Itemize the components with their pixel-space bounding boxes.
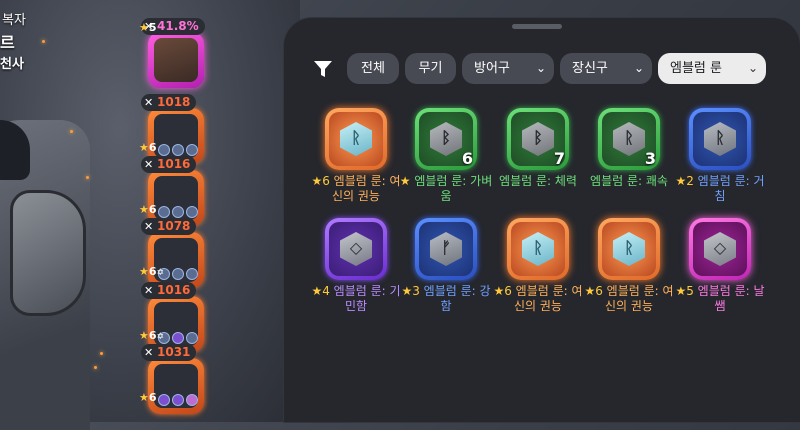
- chip-label: 무기: [418, 61, 443, 76]
- bolt-icon: ✕: [144, 346, 154, 359]
- badge-value: 1016: [157, 157, 191, 171]
- rune-label: ★ 엠블럼 룬: 가벼움: [399, 174, 493, 203]
- chip-all[interactable]: 전체: [347, 53, 399, 84]
- rune-glyph-icon: ◇: [349, 238, 363, 257]
- chip-label: 엠블럼 룬: [670, 61, 722, 76]
- rune-count: 7: [553, 149, 565, 168]
- chevron-down-icon: ⌄: [633, 61, 644, 75]
- badge-value: 1018: [157, 95, 191, 109]
- rune-glyph-icon: ᛒ: [533, 128, 543, 147]
- equipment-frame: [148, 358, 204, 414]
- rune-tile: ◇: [689, 218, 751, 280]
- chip-armor[interactable]: 방어구 ⌄: [462, 53, 554, 84]
- rune-label: 엠블럼 룬: 쾌속: [590, 174, 668, 188]
- chip-accessory[interactable]: 장신구 ⌄: [560, 53, 652, 84]
- rune-tile: ᚱ: [507, 218, 569, 280]
- spark: [42, 40, 45, 43]
- equipment-stars: ★6: [139, 203, 157, 216]
- chip-weapon[interactable]: 무기: [405, 53, 456, 84]
- equipment-badge: ✕ 1031: [141, 344, 197, 361]
- hero-info: 복자 르 천사: [0, 10, 26, 76]
- equipment-stars: ★6✡: [139, 265, 165, 278]
- rune-tile: ᛒ6: [415, 108, 477, 170]
- rune-label: ★3 엠블럼 룬: 강함: [401, 284, 491, 313]
- rune-label: ★5 엠블럼 룬: 날쌤: [675, 284, 765, 313]
- rune-label: ★6 엠블럼 룬: 여신의 권능: [493, 284, 583, 313]
- badge-value: 41.8%: [157, 19, 199, 33]
- rune-label: ★6 엠블럼 룬: 여신의 권능: [584, 284, 674, 313]
- spark: [86, 176, 89, 179]
- equipment-frame: [148, 232, 204, 288]
- rune-tile: ᚱ: [598, 218, 660, 280]
- rune-label: 엠블럼 룬: 체력: [499, 174, 577, 188]
- rune-tile: ◇: [325, 218, 387, 280]
- bolt-icon: ✕: [144, 284, 154, 297]
- character-shield: [10, 190, 86, 316]
- badge-value: 1031: [157, 345, 191, 359]
- hero-title: 복자: [2, 13, 26, 28]
- rune-count: 3: [644, 149, 656, 168]
- rune-glyph-icon: ᚠ: [441, 238, 451, 257]
- rune-tile: ᚱ3: [598, 108, 660, 170]
- rune-label: ★6 엠블럼 룬: 여신의 권능: [311, 174, 401, 203]
- rune-glyph-icon: ᛒ: [441, 128, 451, 147]
- rune-glyph-icon: ᚱ: [624, 238, 634, 257]
- equipment-frame: [148, 32, 204, 88]
- rune-glyph-icon: ᚱ: [351, 128, 361, 147]
- spark: [70, 130, 73, 133]
- rune-label: ★4 엠블럼 룬: 기민함: [311, 284, 401, 313]
- equipment-stars: ★6: [139, 141, 157, 154]
- rune-count: 6: [461, 149, 473, 168]
- rune-glyph-icon: ᚱ: [624, 128, 634, 147]
- rune-glyph-icon: ᚱ: [533, 238, 543, 257]
- rune-tile: ᛒ7: [507, 108, 569, 170]
- filter-icon[interactable]: [313, 59, 333, 79]
- chip-label: 전체: [361, 61, 385, 76]
- equipment-badge: ✕ 1016: [141, 156, 197, 173]
- hero-class: 천사: [0, 57, 24, 72]
- chip-emblem-rune[interactable]: 엠블럼 룬 ⌄: [658, 53, 766, 84]
- equipment-stars: ★6✡: [139, 329, 165, 342]
- equipment-stars: ★5: [139, 21, 157, 34]
- bolt-icon: ✕: [144, 220, 154, 233]
- equipment-badge: ✕ 1018: [141, 94, 197, 111]
- chip-label: 방어구: [474, 61, 510, 76]
- equipment-stars: ★6: [139, 391, 157, 404]
- badge-value: 1078: [157, 219, 191, 233]
- rune-glyph-icon: ᚱ: [715, 128, 725, 147]
- bolt-icon: ✕: [144, 158, 154, 171]
- chip-label: 장신구: [572, 61, 608, 76]
- equipment-badge: ✕ 1078: [141, 218, 197, 235]
- rune-tile: ᚱ: [689, 108, 751, 170]
- rune-label: ★2 엠블럼 룬: 거침: [675, 174, 765, 203]
- panel-drag-handle[interactable]: [512, 24, 562, 29]
- chevron-down-icon: ⌄: [747, 61, 758, 75]
- rune-tile: ᚱ: [325, 108, 387, 170]
- spark: [94, 366, 97, 369]
- hero-name: 르: [0, 33, 15, 52]
- badge-value: 1016: [157, 283, 191, 297]
- rune-tile: ᚠ: [415, 218, 477, 280]
- equipment-badge: ✕ 1016: [141, 282, 197, 299]
- bolt-icon: ✕: [144, 96, 154, 109]
- spark: [100, 352, 103, 355]
- chevron-down-icon: ⌄: [535, 61, 546, 75]
- rune-glyph-icon: ◇: [713, 238, 727, 257]
